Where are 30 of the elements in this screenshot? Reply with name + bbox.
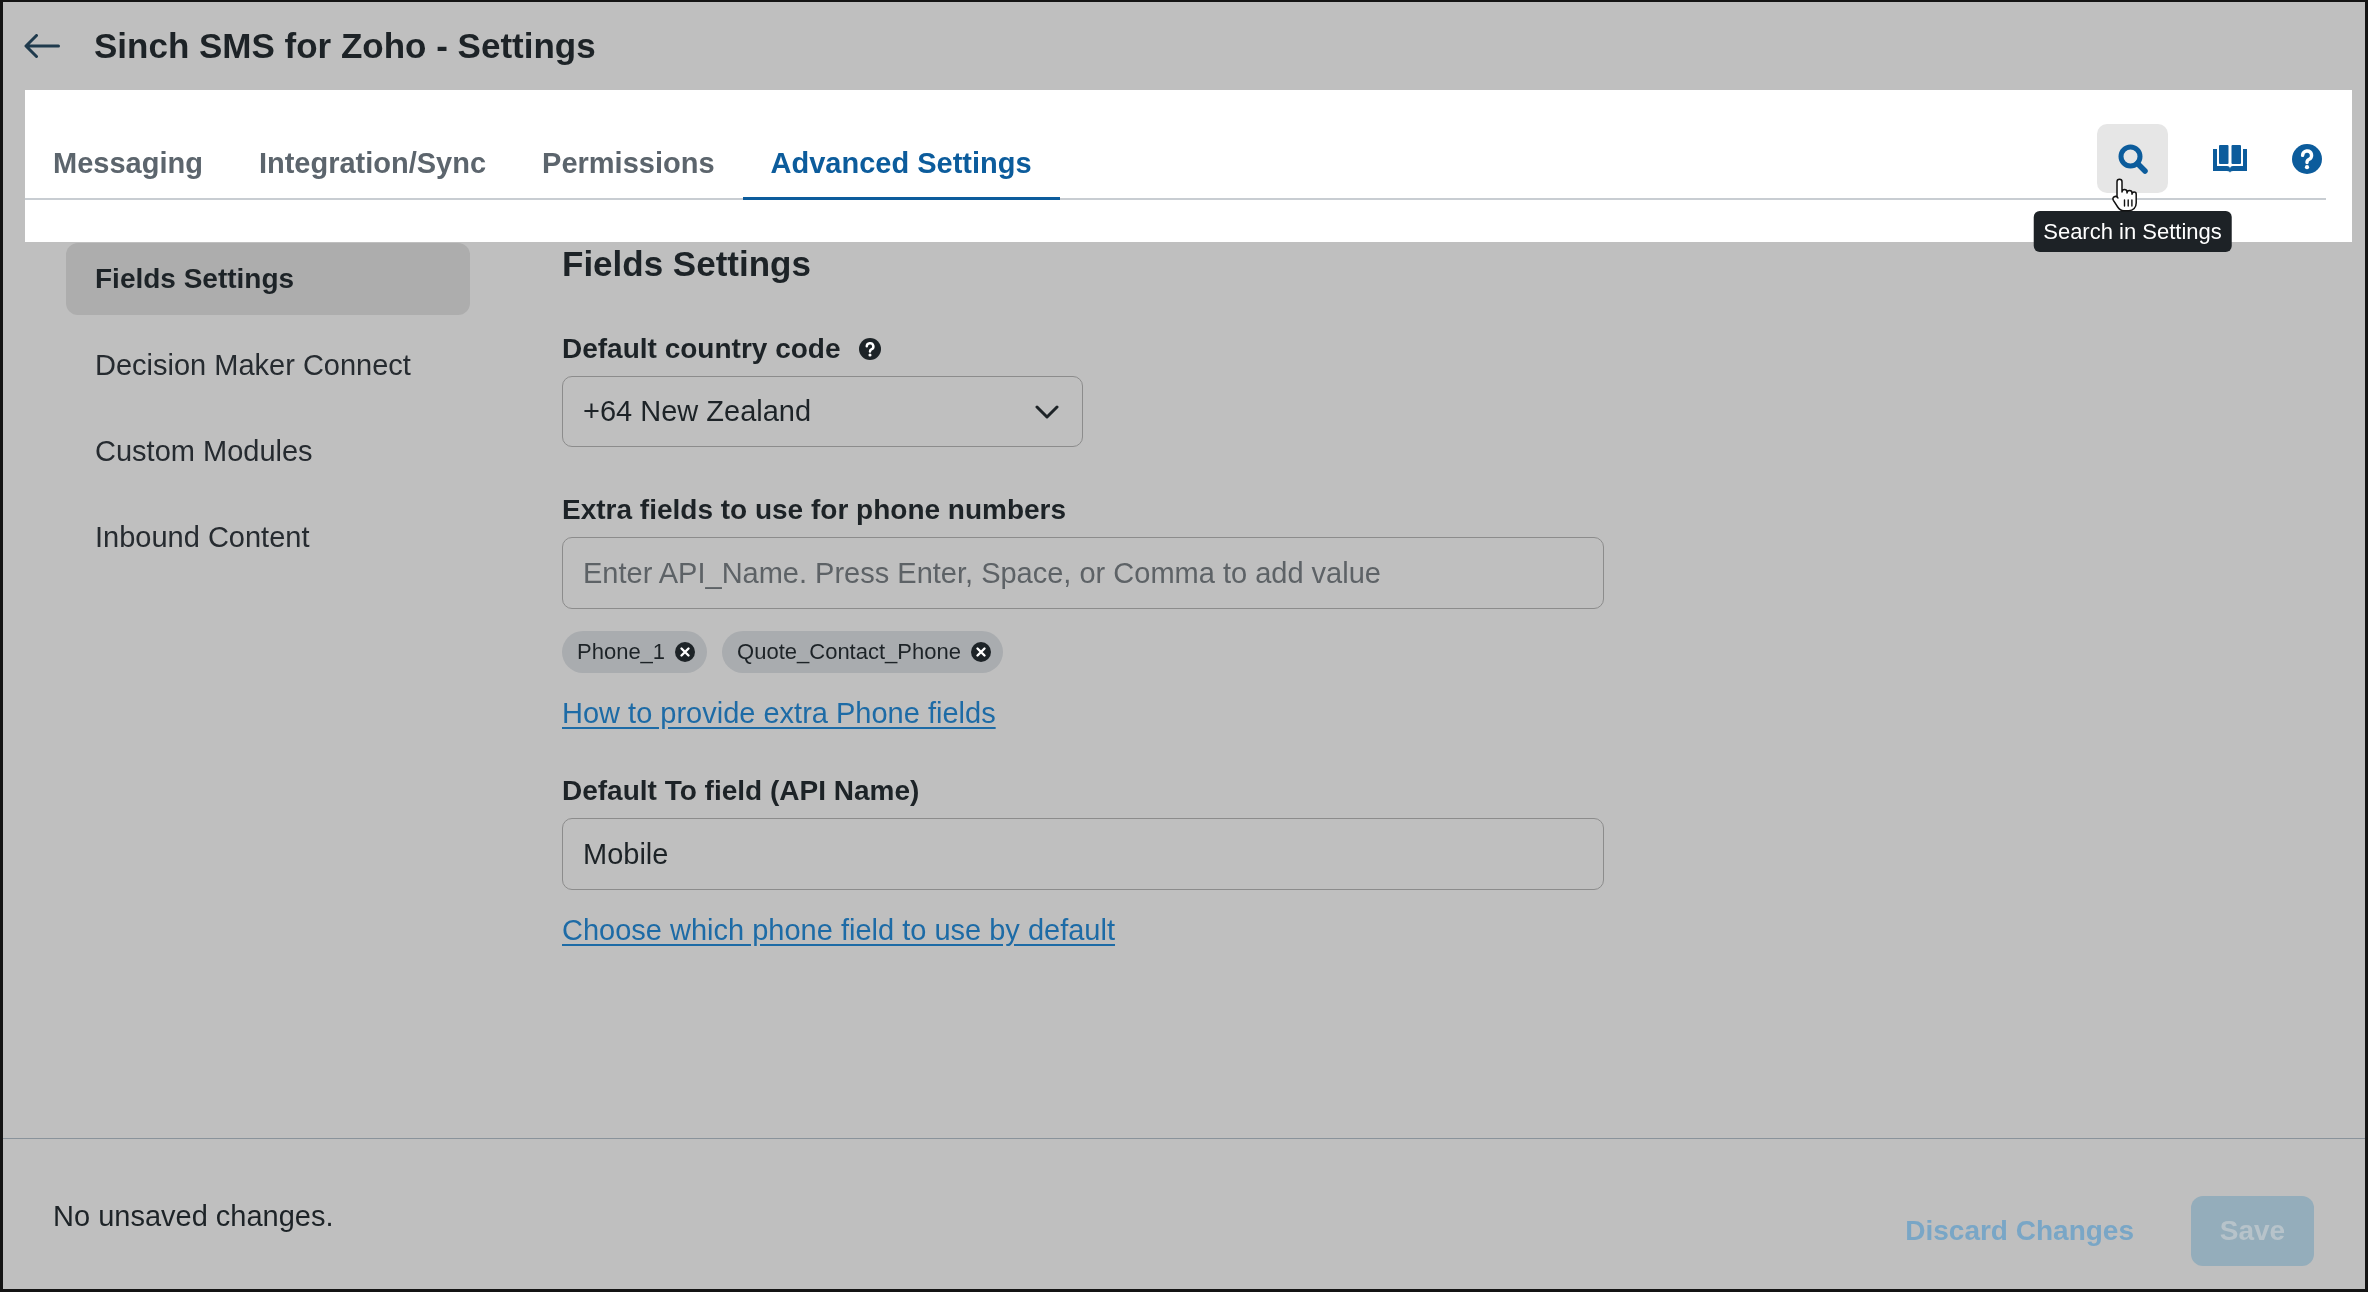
nav-item[interactable]: Inbound Content: [66, 501, 470, 573]
field-label: Default country code: [562, 334, 841, 364]
search-icon: [2117, 143, 2148, 174]
help-icon: [2292, 143, 2322, 174]
nav-item[interactable]: Fields Settings: [66, 243, 470, 315]
tag-label: Phone_1: [577, 639, 666, 665]
page-title: Sinch SMS for Zoho - Settings: [94, 26, 596, 66]
book-icon: [2213, 144, 2247, 173]
select-field[interactable]: +64 New Zealand: [562, 376, 1083, 447]
help-icon[interactable]: [859, 338, 882, 360]
field-label: Default To field (API Name): [562, 776, 920, 806]
text-field[interactable]: Mobile: [562, 818, 1604, 890]
status-text: No unsaved changes.: [53, 1201, 334, 1231]
tab[interactable]: Advanced Settings: [742, 130, 1060, 200]
close-icon[interactable]: [970, 642, 991, 662]
back-arrow-icon[interactable]: [24, 34, 60, 58]
close-icon[interactable]: [675, 642, 696, 662]
chevron-down-icon: [1035, 404, 1059, 419]
field-label: Extra fields to use for phone numbers: [562, 495, 1067, 525]
tag-label: Quote_Contact_Phone: [737, 639, 961, 665]
search-button[interactable]: [2097, 124, 2168, 193]
tab[interactable]: Messaging: [25, 130, 231, 200]
tab[interactable]: Permissions: [514, 130, 743, 200]
tag-input-field[interactable]: Enter API_Name. Press Enter, Space, or Comma to add value: [562, 537, 1604, 609]
section-title: Fields Settings: [562, 243, 811, 285]
tooltip: Search in Settings: [2033, 211, 2232, 252]
hand-cursor-icon: [2112, 178, 2138, 212]
tab[interactable]: Integration/Sync: [230, 130, 515, 200]
nav-item[interactable]: Custom Modules: [66, 415, 470, 487]
nav-item[interactable]: Decision Maker Connect: [66, 329, 470, 401]
